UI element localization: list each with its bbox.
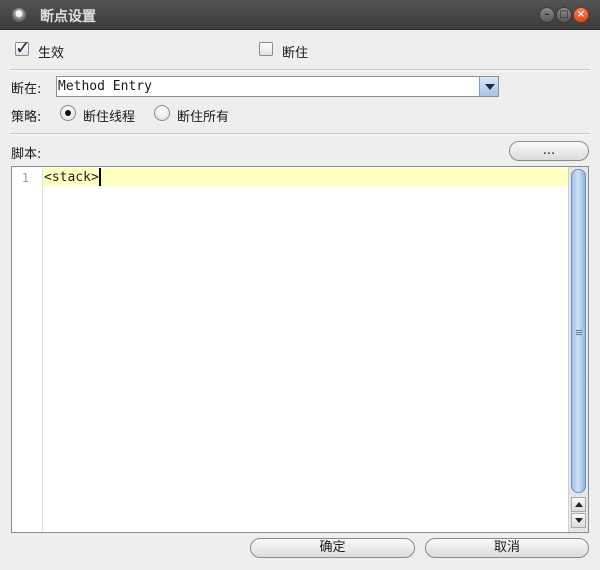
break-at-value: Method Entry: [58, 79, 152, 94]
grip-icon: [576, 330, 582, 335]
browse-script-button[interactable]: ...: [509, 141, 589, 161]
policy-radio-all[interactable]: [154, 105, 170, 121]
app-icon: [12, 8, 26, 22]
title-bar[interactable]: 断点设置 – □ ×: [0, 0, 600, 30]
minimize-icon[interactable]: –: [539, 7, 555, 23]
break-at-select[interactable]: Method Entry: [56, 76, 499, 97]
breakpoint-settings-dialog: 断点设置 – □ × ✓ 生效 断住 断在: Method Entry 策略: …: [0, 0, 600, 570]
enabled-label: 生效: [38, 46, 65, 61]
chevron-down-icon[interactable]: [479, 77, 498, 96]
cancel-button[interactable]: 取消: [425, 538, 589, 558]
policy-radio-thread[interactable]: [60, 105, 76, 121]
text-caret: [99, 168, 101, 186]
separator: [10, 69, 590, 71]
policy-label: 策略:: [11, 110, 42, 125]
close-icon[interactable]: ×: [573, 7, 589, 23]
script-editor[interactable]: 1 <stack>: [11, 166, 589, 533]
policy-option-all-label: 断住所有: [177, 110, 230, 125]
policy-option-thread-label: 断住线程: [83, 110, 136, 125]
line-number: 1: [21, 171, 29, 185]
suspend-label: 断住: [282, 46, 309, 61]
window-title: 断点设置: [40, 9, 96, 25]
scrollbar-thumb[interactable]: [571, 169, 586, 493]
script-label: 脚本:: [11, 147, 42, 162]
break-at-label: 断在:: [11, 82, 42, 97]
separator: [10, 133, 590, 135]
scroll-up-icon[interactable]: [571, 497, 586, 512]
current-line-highlight: [43, 168, 568, 186]
code-line-text: <stack>: [44, 170, 99, 185]
maximize-icon[interactable]: □: [556, 7, 572, 23]
suspend-checkbox[interactable]: [259, 42, 273, 56]
ok-button[interactable]: 确定: [250, 538, 415, 558]
line-number-gutter: 1: [12, 167, 43, 532]
checkmark-icon: ✓: [15, 37, 31, 59]
scroll-down-icon[interactable]: [571, 513, 586, 528]
enabled-checkbox[interactable]: ✓: [15, 37, 31, 59]
vertical-scrollbar[interactable]: [568, 167, 588, 532]
